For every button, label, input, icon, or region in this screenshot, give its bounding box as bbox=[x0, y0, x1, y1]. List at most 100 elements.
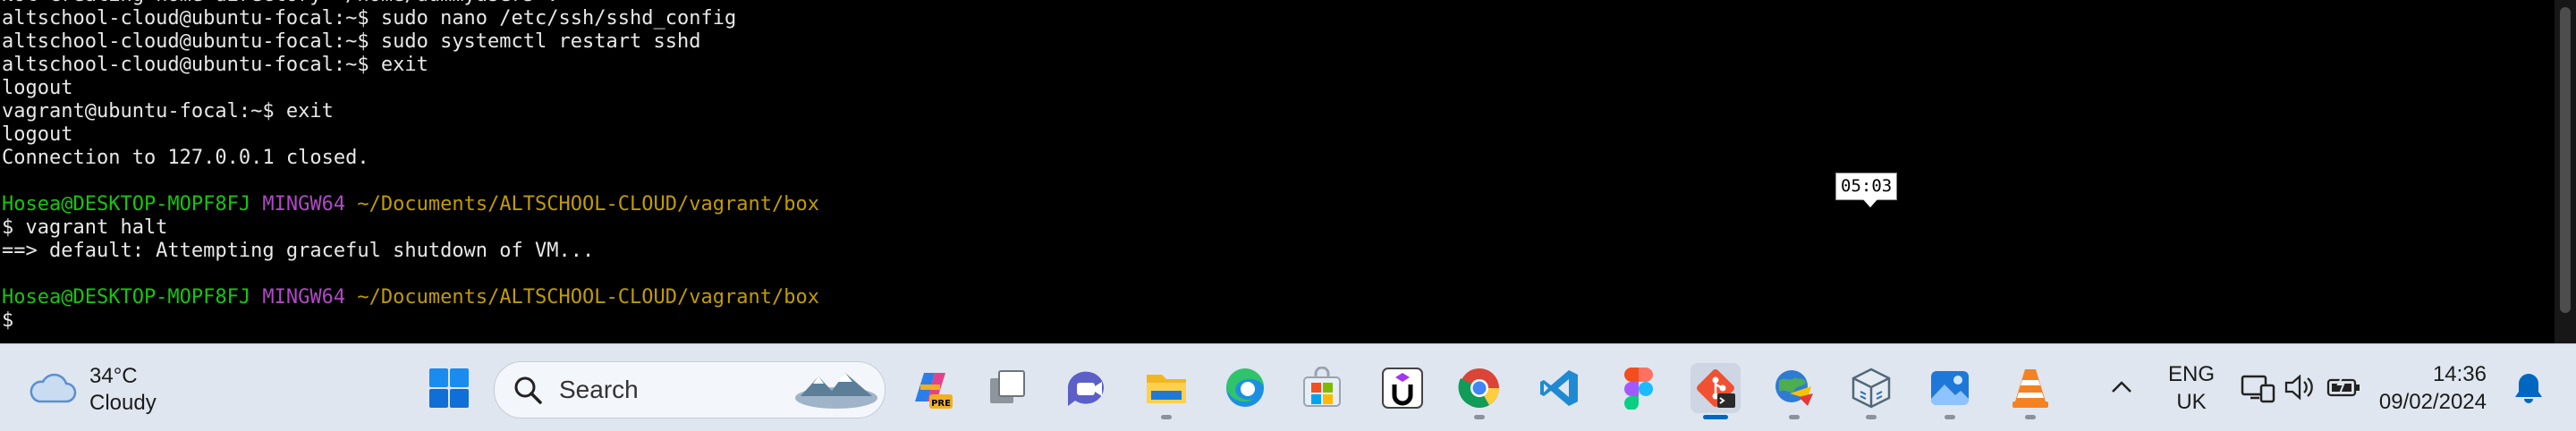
taskbar: 34°C Cloudy Search PRE ENG UK 14:36 09/0… bbox=[0, 343, 2576, 431]
git-icon bbox=[1697, 369, 1735, 408]
weather-temperature: 34°C bbox=[89, 364, 138, 388]
time-tooltip: 05:03 bbox=[1835, 173, 1898, 207]
terminal-text-segment: logout bbox=[2, 123, 73, 146]
svg-text:PRE: PRE bbox=[931, 399, 951, 409]
weather-condition: Cloudy bbox=[89, 391, 157, 415]
battery-icon[interactable] bbox=[2326, 371, 2361, 403]
terminal-text-segment: $ vagrant halt bbox=[2, 216, 168, 239]
edge-icon bbox=[1225, 368, 1264, 407]
terminal-line: altschool-cloud@ubuntu-focal:~$ exit bbox=[2, 54, 819, 77]
running-indicator bbox=[1474, 415, 1485, 419]
task-view-icon bbox=[990, 370, 1025, 403]
udemy-app[interactable] bbox=[1377, 363, 1428, 413]
running-indicator bbox=[1945, 415, 1955, 419]
download-manager-app[interactable] bbox=[1769, 363, 1819, 419]
virtualbox-app[interactable] bbox=[1846, 363, 1896, 419]
terminal-output: Not creating home directory `/home/dummy… bbox=[2, 0, 819, 333]
terminal-text-segment: ~/Documents/ALTSCHOOL-CLOUD/vagrant/box bbox=[357, 193, 819, 216]
git-bash-app[interactable] bbox=[1690, 363, 1741, 419]
task-view-button[interactable] bbox=[982, 363, 1032, 413]
start-button[interactable] bbox=[424, 363, 474, 413]
store-icon bbox=[1303, 367, 1341, 407]
running-indicator bbox=[1161, 415, 1172, 419]
terminal-text-segment: ==> default: Attempting graceful shutdow… bbox=[2, 240, 595, 262]
edge-app[interactable] bbox=[1220, 363, 1270, 413]
scrollbar-thumb[interactable] bbox=[2560, 7, 2571, 313]
udemy-icon bbox=[1382, 368, 1423, 409]
copilot-icon: PRE bbox=[915, 373, 953, 409]
vlc-cone-icon bbox=[2012, 369, 2048, 408]
volume-icon[interactable] bbox=[2283, 371, 2318, 403]
terminal-line: logout bbox=[2, 77, 819, 100]
terminal-text-segment: altschool-cloud@ubuntu-focal:~$ sudo sys… bbox=[2, 30, 701, 53]
terminal-text-segment: altschool-cloud@ubuntu-focal:~$ exit bbox=[2, 54, 428, 76]
vlc-app[interactable] bbox=[2005, 363, 2055, 419]
vscode-icon bbox=[1540, 370, 1578, 406]
photos-app[interactable] bbox=[1925, 363, 1975, 419]
terminal-scrollbar[interactable] bbox=[2555, 0, 2576, 343]
cloud-icon bbox=[30, 373, 77, 403]
terminal-line: altschool-cloud@ubuntu-focal:~$ sudo sys… bbox=[2, 30, 819, 54]
chevron-up-icon[interactable] bbox=[2106, 371, 2138, 403]
chat-app[interactable] bbox=[1061, 363, 1111, 413]
keyboard-layout: UK bbox=[2176, 390, 2207, 414]
language-code: ENG bbox=[2167, 362, 2215, 386]
copilot-app[interactable]: PRE bbox=[905, 363, 955, 413]
running-indicator bbox=[1789, 415, 1800, 419]
terminal-text-segment: logout bbox=[2, 77, 73, 99]
notification-bell-icon[interactable] bbox=[2512, 369, 2546, 405]
terminal-text-segment: altschool-cloud@ubuntu-focal:~$ sudo nan… bbox=[2, 7, 737, 30]
file-explorer-app[interactable] bbox=[1141, 363, 1191, 419]
terminal-line: ==> default: Attempting graceful shutdow… bbox=[2, 240, 819, 263]
globe-download-icon bbox=[1775, 370, 1813, 406]
clock-time: 14:36 bbox=[2432, 362, 2487, 386]
figma-app[interactable] bbox=[1614, 363, 1664, 413]
terminal-line: Connection to 127.0.0.1 closed. bbox=[2, 147, 819, 170]
search-placeholder: Search bbox=[559, 376, 639, 403]
terminal-line: altschool-cloud@ubuntu-focal:~$ sudo nan… bbox=[2, 7, 819, 30]
language-indicator[interactable]: ENG UK bbox=[2165, 360, 2218, 416]
terminal-line: $ vagrant halt bbox=[2, 216, 819, 240]
terminal-text-segment: MINGW64 bbox=[262, 193, 346, 216]
terminal-text-segment: vagrant@ubuntu-focal:~$ exit bbox=[2, 100, 334, 123]
folder-icon bbox=[1147, 375, 1186, 403]
active-indicator bbox=[1703, 415, 1728, 419]
terminal-line: Not creating home directory `/home/dummy… bbox=[2, 0, 819, 7]
system-clock[interactable]: 14:36 09/02/2024 bbox=[2361, 360, 2487, 416]
terminal-line: logout bbox=[2, 123, 819, 147]
network-icon[interactable] bbox=[2240, 371, 2275, 403]
virtualbox-icon bbox=[1852, 368, 1891, 409]
terminal-text-segment: $ bbox=[2, 309, 14, 332]
photos-icon bbox=[1931, 371, 1969, 405]
terminal-text-segment: Hosea@DESKTOP-MOPF8FJ bbox=[2, 286, 251, 308]
terminal-text-segment: MINGW64 bbox=[262, 286, 346, 308]
search-icon bbox=[514, 376, 542, 404]
terminal-text-segment: Connection to 127.0.0.1 closed. bbox=[2, 147, 369, 169]
chat-icon bbox=[1067, 371, 1104, 406]
terminal-text-segment: Hosea@DESKTOP-MOPF8FJ bbox=[2, 193, 251, 216]
terminal-text-segment: Not creating home directory `/home/dummy… bbox=[2, 0, 559, 6]
windows-logo-icon bbox=[429, 368, 469, 408]
terminal-line: Hosea@DESKTOP-MOPF8FJ MINGW64 ~/Document… bbox=[2, 193, 819, 216]
vscode-app[interactable] bbox=[1535, 363, 1585, 413]
store-app[interactable] bbox=[1297, 363, 1347, 413]
figma-icon bbox=[1624, 368, 1653, 410]
running-indicator bbox=[1866, 415, 1877, 419]
terminal-window[interactable]: Not creating home directory `/home/dummy… bbox=[0, 0, 2555, 343]
chrome-app[interactable] bbox=[1454, 363, 1504, 419]
running-indicator bbox=[2025, 415, 2036, 419]
terminal-line: Hosea@DESKTOP-MOPF8FJ MINGW64 ~/Document… bbox=[2, 286, 819, 309]
terminal-line: vagrant@ubuntu-focal:~$ exit bbox=[2, 100, 819, 123]
chrome-icon bbox=[1458, 368, 1499, 408]
search-box[interactable]: Search bbox=[494, 361, 886, 418]
terminal-line: $ bbox=[2, 309, 819, 333]
search-highlight-icon bbox=[795, 373, 877, 409]
terminal-text-segment: ~/Documents/ALTSCHOOL-CLOUD/vagrant/box bbox=[357, 286, 819, 308]
clock-date: 09/02/2024 bbox=[2378, 390, 2487, 414]
